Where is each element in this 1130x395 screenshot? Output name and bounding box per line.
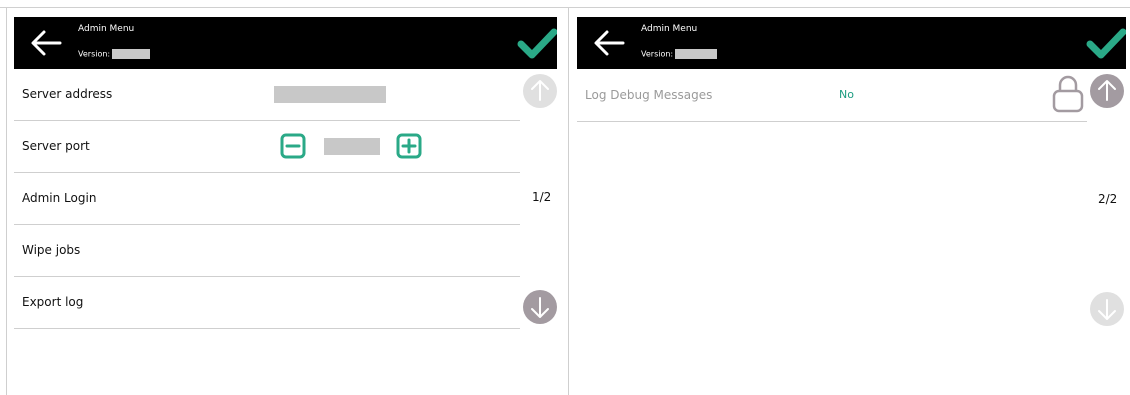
header-bar: Admin Menu Version:: [577, 17, 1126, 69]
server-address-field[interactable]: [274, 86, 386, 103]
version-value-redacted: [112, 49, 151, 59]
header-title: Admin Menu: [641, 24, 698, 34]
row-admin-login[interactable]: Admin Login: [14, 173, 520, 225]
page-indicator: 2/2: [1098, 192, 1118, 206]
version-info: Version:: [78, 49, 151, 59]
header-bar: Admin Menu Version:: [14, 17, 557, 69]
scroll-up-icon[interactable]: [1090, 74, 1124, 108]
version-label: Version:: [78, 49, 111, 59]
scroll-down-icon[interactable]: [1090, 292, 1124, 326]
version-info: Version:: [641, 49, 718, 59]
scroll-up-icon[interactable]: [523, 74, 557, 108]
admin-menu-page-1: Admin Menu Version: Server address Serve…: [6, 8, 569, 395]
checkmark-icon[interactable]: [1086, 27, 1126, 59]
row-log-debug-messages: Log Debug Messages No: [577, 69, 1087, 122]
top-border: [0, 0, 1130, 8]
back-arrow-icon[interactable]: [30, 29, 62, 57]
lock-icon: [1052, 75, 1084, 113]
row-value: No: [839, 88, 854, 101]
page-indicator: 1/2: [532, 190, 552, 204]
version-value-redacted: [675, 49, 718, 59]
checkmark-icon[interactable]: [517, 27, 557, 59]
version-label: Version:: [641, 49, 674, 59]
row-server-port: Server port: [14, 121, 520, 173]
row-server-address[interactable]: Server address: [14, 69, 520, 121]
row-label: Log Debug Messages: [585, 88, 713, 102]
row-label: Server port: [22, 139, 90, 153]
server-port-field[interactable]: [324, 138, 380, 155]
scroll-down-icon[interactable]: [523, 290, 557, 324]
row-label: Server address: [22, 87, 113, 101]
row-label: Admin Login: [22, 191, 97, 205]
row-label: Export log: [22, 295, 84, 309]
plus-icon[interactable]: [396, 133, 422, 159]
row-wipe-jobs[interactable]: Wipe jobs: [14, 225, 520, 277]
minus-icon[interactable]: [280, 133, 306, 159]
back-arrow-icon[interactable]: [593, 29, 625, 57]
header-title: Admin Menu: [78, 24, 135, 34]
admin-menu-page-2: Admin Menu Version: Log Debug Messages N…: [569, 8, 1130, 395]
row-label: Wipe jobs: [22, 243, 81, 257]
row-export-log[interactable]: Export log: [14, 277, 520, 329]
